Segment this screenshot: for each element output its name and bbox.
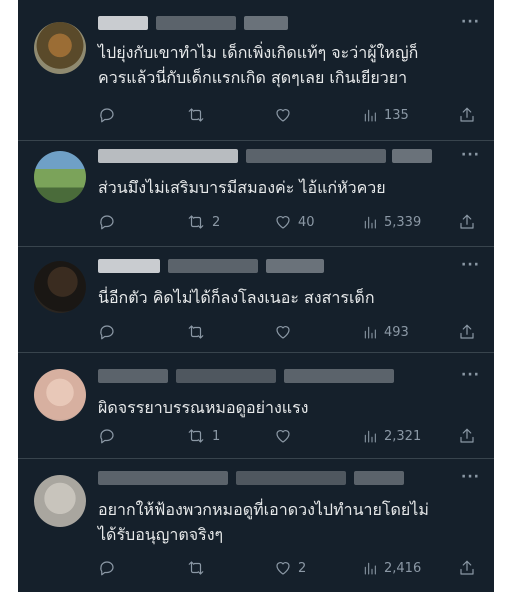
- retweet-button[interactable]: 1: [186, 425, 220, 447]
- retweet-icon: [188, 325, 204, 339]
- reply-button[interactable]: [98, 211, 122, 233]
- retweet-button[interactable]: 2: [186, 211, 220, 233]
- reply-tweet[interactable]: ··· ส่วนมึงไม่เสริมบารมีสมองค่ะ ไอ้แก่หั…: [18, 141, 494, 246]
- reply-button[interactable]: [98, 321, 122, 343]
- tweet-text: อยากให้ฟ้องพวกหมอดูที่เอาดวงไปทำนายโดยไม…: [98, 500, 429, 544]
- reply-button[interactable]: [98, 425, 122, 447]
- share-button[interactable]: [458, 211, 476, 233]
- share-button[interactable]: [458, 104, 476, 126]
- tweet-actions: 2 2,416: [98, 557, 478, 579]
- tweet-actions: 135: [98, 104, 478, 126]
- analytics-icon: [364, 216, 376, 229]
- more-options-icon[interactable]: ···: [461, 257, 480, 273]
- like-button[interactable]: 40: [274, 211, 315, 233]
- share-icon: [460, 107, 474, 122]
- analytics-icon: [364, 430, 376, 443]
- reply-tweet[interactable]: ··· อยากให้ฟ้องพวกหมอดูที่เอาดวงไปทำนายโ…: [18, 459, 494, 592]
- share-icon: [460, 428, 474, 443]
- reply-tweet[interactable]: ··· นี่อีกตัว คิดไม่ได้ก็ลงโลงเนอะ สงสาร…: [18, 247, 494, 352]
- tweet-actions: 2 40 5,339: [98, 211, 478, 233]
- like-button[interactable]: [274, 104, 298, 126]
- heart-icon: [276, 562, 290, 575]
- more-options-icon[interactable]: ···: [461, 147, 480, 163]
- like-button[interactable]: 2: [274, 557, 306, 579]
- analytics-icon: [364, 326, 376, 339]
- reply-icon: [100, 561, 114, 576]
- avatar[interactable]: [34, 475, 86, 527]
- avatar[interactable]: [34, 369, 86, 421]
- tweet-actions: 493: [98, 321, 478, 343]
- tweet-text: ส่วนมึงไม่เสริมบารมีสมองค่ะ ไอ้แก่หัวควย: [98, 178, 386, 197]
- analytics-icon: [364, 109, 376, 122]
- more-options-icon[interactable]: ···: [461, 469, 480, 485]
- retweet-icon: [188, 108, 204, 122]
- retweet-icon: [188, 429, 204, 443]
- like-button[interactable]: [274, 321, 298, 343]
- share-icon: [460, 214, 474, 229]
- tweet-actions: 1 2,321: [98, 425, 478, 447]
- reply-icon: [100, 429, 114, 444]
- reply-thread: ··· ไปยุ่งกับเขาทำไม เด็กเพิ่งเกิดแท้ๆ จ…: [18, 0, 494, 592]
- views-button[interactable]: 2,416: [362, 557, 421, 579]
- analytics-icon: [364, 562, 376, 575]
- retweet-button[interactable]: [186, 104, 212, 126]
- avatar[interactable]: [34, 151, 86, 203]
- retweet-button[interactable]: [186, 321, 212, 343]
- more-options-icon[interactable]: ···: [461, 367, 480, 383]
- tweet-text: ไปยุ่งกับเขาทำไม เด็กเพิ่งเกิดแท้ๆ จะว่า…: [98, 43, 419, 87]
- views-button[interactable]: 2,321: [362, 425, 421, 447]
- heart-icon: [276, 326, 290, 339]
- share-button[interactable]: [458, 557, 476, 579]
- reply-icon: [100, 215, 114, 230]
- share-icon: [460, 560, 474, 575]
- retweet-button[interactable]: [186, 557, 212, 579]
- retweet-icon: [188, 561, 204, 575]
- avatar[interactable]: [34, 22, 86, 74]
- retweet-icon: [188, 215, 204, 229]
- tweet-text: ผิดจรรยาบรรณหมอดูอย่างแรง: [98, 398, 309, 417]
- reply-tweet[interactable]: ··· ผิดจรรยาบรรณหมอดูอย่างแรง 1 2,321: [18, 353, 494, 458]
- share-icon: [460, 324, 474, 339]
- heart-icon: [276, 430, 290, 443]
- share-button[interactable]: [458, 425, 476, 447]
- heart-icon: [276, 109, 290, 122]
- avatar[interactable]: [34, 261, 86, 313]
- reply-tweet[interactable]: ··· ไปยุ่งกับเขาทำไม เด็กเพิ่งเกิดแท้ๆ จ…: [18, 0, 494, 140]
- reply-icon: [100, 108, 114, 123]
- tweet-text: นี่อีกตัว คิดไม่ได้ก็ลงโลงเนอะ สงสารเด็ก: [98, 288, 375, 307]
- reply-button[interactable]: [98, 104, 122, 126]
- views-button[interactable]: 493: [362, 321, 409, 343]
- like-button[interactable]: [274, 425, 298, 447]
- more-options-icon[interactable]: ···: [461, 14, 480, 30]
- reply-button[interactable]: [98, 557, 122, 579]
- views-button[interactable]: 135: [362, 104, 409, 126]
- reply-icon: [100, 325, 114, 340]
- views-button[interactable]: 5,339: [362, 211, 421, 233]
- share-button[interactable]: [458, 321, 476, 343]
- heart-icon: [276, 216, 290, 229]
